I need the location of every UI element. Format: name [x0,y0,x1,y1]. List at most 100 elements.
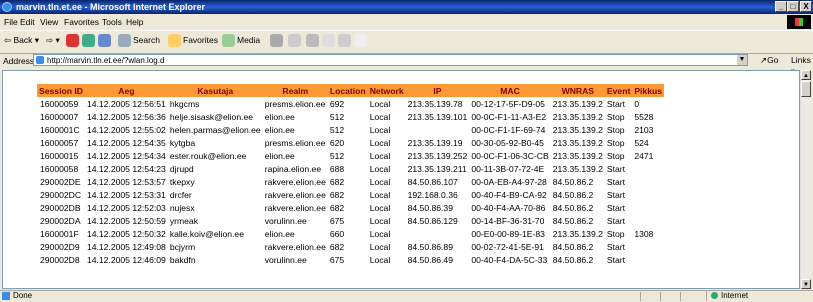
mail-icon[interactable] [288,34,301,47]
cell-session-id: 16000058 [40,163,79,174]
status-text: Done [13,291,33,300]
cell-pikkus [632,188,664,201]
cell-aeg: 14.12.2005 12:56:51 [86,98,166,109]
menu-tools[interactable]: Tools [102,17,122,27]
back-button[interactable]: ⇦ Back ▾ [4,35,39,46]
cell-event: Start [606,241,626,252]
cell-kasutaja: kalle.koiv@elion.ee [169,228,244,239]
back-label: Back [13,35,33,45]
messenger-icon[interactable] [354,34,367,47]
cell-kasutaja: bakdfn [169,254,196,265]
column-header-pikkus: Pikkus [632,84,665,97]
menu-bar: File Edit View Favorites Tools Help [0,15,813,29]
table-row: 16000007 14.12.2005 12:56:36 helje.sisask@… [37,110,664,123]
cell-ip: 84.50.86.129 [407,215,458,226]
page-done-icon [2,291,10,300]
edit-icon[interactable] [322,34,335,47]
cell-ip: 84.50.86.107 [407,176,458,187]
favorites-button[interactable]: Favorites [183,35,218,45]
menu-edit[interactable]: Edit [20,17,35,27]
scroll-down-icon[interactable]: ▼ [801,279,811,289]
cell-session-id: 1600001F [40,228,79,239]
search-button[interactable]: Search [133,35,160,45]
table-row: 290002DC 14.12.2005 12:53:31 drcfer rakvere… [37,188,664,201]
cell-event: Stop [606,124,625,135]
column-header-ip: IP [405,84,470,97]
home-icon[interactable] [98,34,111,47]
address-input[interactable]: http://marvin.tln.et.ee/?wlan.log.d ▼ [33,54,748,66]
print-icon[interactable] [306,34,319,47]
status-divider [680,292,681,301]
cell-session-id: 290002D9 [40,241,80,252]
cell-ip [406,123,470,136]
column-header-aeg: Aeg [84,84,168,97]
media-icon [222,34,235,47]
refresh-icon[interactable] [82,34,95,47]
cell-event: Stop [606,111,625,122]
cell-mac: 00-14-BF-36-31-70 [471,215,545,226]
cell-location: 682 [329,176,345,187]
vertical-scrollbar[interactable]: ▲ ▼ [800,70,811,289]
stop-icon[interactable] [66,34,79,47]
table-row: 290002DA 14.12.2005 12:50:59 yrmeak vorulin… [37,214,664,227]
scroll-thumb[interactable] [801,81,811,97]
cell-network: Local [369,202,391,213]
menu-help[interactable]: Help [126,17,143,27]
cell-session-id: 290002D8 [40,254,80,265]
table-row: 290002DE 14.12.2005 12:53:57 tkepxy rakvere… [37,175,664,188]
status-bar: Done Internet [0,290,813,302]
cell-pikkus: 2103 [634,124,654,135]
cell-realm: vorulinn.ee [264,215,307,226]
zone-label: Internet [721,291,749,300]
close-button[interactable]: X [800,1,812,12]
forward-button[interactable]: ⇨ ▾ [46,35,60,46]
table-row: 1600001C 14.12.2005 12:55:02 helen.parmas@… [37,123,664,136]
cell-event: Start [606,215,626,226]
page-icon [36,56,44,64]
favorites-icon [168,34,181,47]
cell-mac: 00-02-72-41-5E-91 [471,241,544,252]
column-header-mac: MAC [469,84,551,97]
cell-location: 682 [329,241,345,252]
cell-network: Local [369,163,391,174]
wlan-log-table: Session ID Aeg Kasutaja Realm Location Networ… [37,84,665,266]
menu-file[interactable]: File [4,17,18,27]
address-bar: Address http://marvin.tln.et.ee/?wlan.lo… [0,53,813,75]
cell-ip: 84.50.86.49 [407,254,453,265]
cell-location: 620 [329,137,345,148]
cell-pikkus: 1308 [634,228,654,239]
cell-ip: 213.35.139.19 [407,137,463,148]
cell-kasutaja: drcfer [169,189,192,200]
cell-ip: 213.35.139.211 [407,163,467,174]
cell-location: 682 [329,202,345,213]
cell-kasutaja: kytgba [169,137,196,148]
menu-favorites[interactable]: Favorites [64,17,99,27]
cell-location: 688 [329,163,345,174]
go-button[interactable]: ↗Go [760,55,778,66]
cell-wnras: 84.50.86.2 [552,215,594,226]
column-header-wnras: WNRAS [550,84,605,97]
discuss-icon[interactable] [338,34,351,47]
cell-pikkus [632,162,664,175]
scroll-up-icon[interactable]: ▲ [801,70,811,80]
media-button[interactable]: Media [237,35,260,45]
history-icon[interactable] [270,34,283,47]
minimize-button[interactable]: _ [775,1,787,12]
maximize-button[interactable]: □ [787,1,799,12]
cell-pikkus [632,175,664,188]
address-dropdown-icon[interactable]: ▼ [737,55,747,65]
cell-network: Local [369,176,391,187]
cell-wnras: 84.50.86.2 [552,189,594,200]
ie-icon [2,2,12,12]
cell-mac: 00-12-17-5F-D9-05 [471,98,545,109]
cell-mac: 00-40-F4-AA-70-86 [471,202,546,213]
cell-event: Stop [606,150,625,161]
search-icon [118,34,131,47]
menu-view[interactable]: View [40,17,58,27]
cell-mac: 00-0C-F1-11-A3-E2 [471,111,547,122]
cell-network: Local [369,215,391,226]
table-body: 16000059 14.12.2005 12:56:51 hkgcms presms.… [37,97,664,266]
cell-session-id: 290002DC [40,189,82,200]
cell-aeg: 14.12.2005 12:53:57 [86,176,166,187]
cell-realm: elion.ee [264,111,295,122]
